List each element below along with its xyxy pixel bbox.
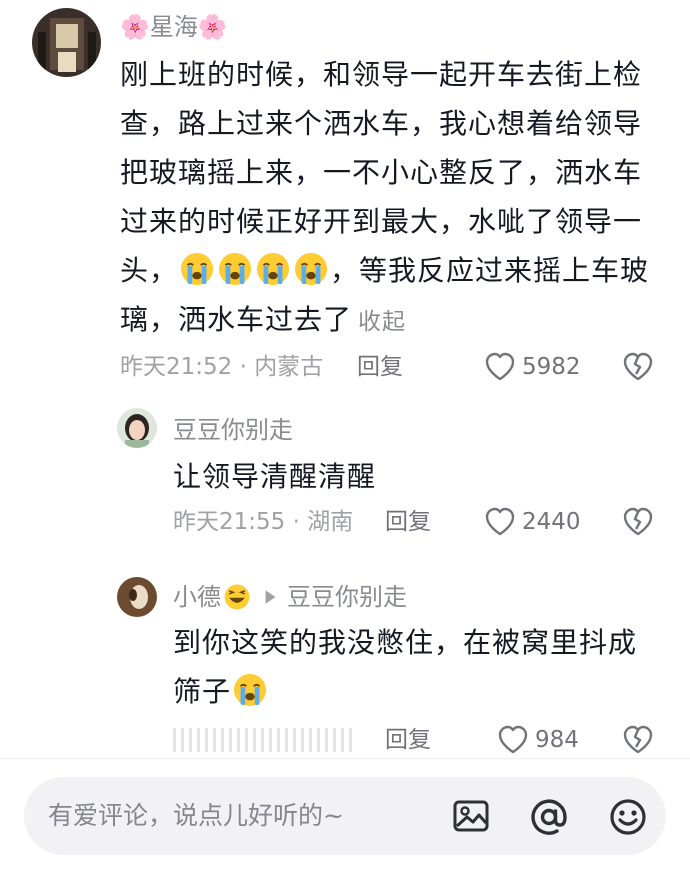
comment-fragment: 筛子 (173, 675, 232, 708)
cry-emoji-icon (233, 673, 267, 707)
reply-button[interactable]: 回复 (385, 507, 431, 537)
reply-button[interactable]: 回复 (385, 725, 431, 755)
avatar-xinghai[interactable] (32, 8, 101, 77)
reply-button[interactable]: 回复 (357, 352, 403, 382)
comment-meta-obscured (173, 728, 353, 752)
broken-heart-icon[interactable] (622, 351, 654, 383)
comment-input-placeholder: 有爱评论，说点儿好听的~ (48, 801, 344, 830)
comment-meta: 昨天21:55 · 湖南 (173, 509, 354, 535)
comment-line: 头， ，等我反应过来摇上车玻 (120, 246, 680, 295)
comment-text: 刚上班的时候，和领导一起开车去街上检 查，路上过来个洒水车，我心想着给领导 把玻… (120, 50, 680, 347)
comment-fragment: 头， (120, 254, 179, 287)
cry-emoji-icon (256, 252, 290, 286)
collapse-button[interactable]: 收起 (358, 309, 406, 335)
like-count: 2440 (522, 509, 581, 535)
avatar-xiaode[interactable] (117, 577, 157, 617)
comment-line: 筛子 (173, 667, 673, 716)
comment-username[interactable]: 小德 (173, 582, 221, 612)
play-arrow-icon (265, 590, 276, 604)
comment-username-row: 小德 豆豆你别走 (173, 582, 407, 612)
comment-line: 璃，洒水车过去了 收起 (120, 295, 680, 347)
laugh-emoji-icon (224, 584, 250, 610)
comment-text: 让领导清醒清醒 (173, 460, 377, 493)
comment-input[interactable]: 有爱评论，说点儿好听的~ (24, 777, 666, 855)
reply-to-username[interactable]: 豆豆你别走 (287, 582, 407, 612)
comment-fragment: 璃，洒水车过去了 (120, 303, 353, 336)
comment-text: 到你这笑的我没憋住，在被窝里抖成 筛子 (173, 618, 673, 716)
like-button[interactable]: 984 (497, 724, 579, 756)
comment-line: 查，路上过来个洒水车，我心想着给领导 (120, 107, 643, 140)
comment-username[interactable]: 🌸星海🌸 (120, 12, 228, 42)
heart-icon (484, 506, 516, 538)
heart-icon (497, 724, 529, 756)
like-button[interactable]: 2440 (484, 506, 581, 538)
comment-line: 过来的时候正好开到最大，水呲了领导一 (120, 205, 643, 238)
comment-line: 到你这笑的我没憋住，在被窝里抖成 (173, 626, 638, 659)
heart-icon (484, 351, 516, 383)
comment-meta: 昨天21:52 · 内蒙古 (120, 354, 324, 380)
comment-line: 刚上班的时候，和领导一起开车去街上检 (120, 58, 643, 91)
cry-emoji-icon (294, 252, 328, 286)
cry-emoji-icon (218, 252, 252, 286)
image-icon[interactable] (452, 797, 490, 835)
smiley-icon[interactable] (608, 797, 648, 837)
like-button[interactable]: 5982 (484, 351, 581, 383)
broken-heart-icon[interactable] (622, 506, 654, 538)
comment-line: 把玻璃摇上来，一不小心整反了，洒水车 (120, 156, 643, 189)
comment-input-bar: 有爱评论，说点儿好听的~ (0, 758, 690, 870)
comment-fragment: ，等我反应过来摇上车玻 (330, 254, 650, 287)
like-count: 5982 (522, 354, 581, 380)
at-icon[interactable] (529, 797, 569, 837)
like-count: 984 (535, 727, 579, 753)
broken-heart-icon[interactable] (622, 724, 654, 756)
comment-username[interactable]: 豆豆你别走 (173, 415, 293, 445)
cry-emoji-icon (180, 252, 214, 286)
avatar-doudou[interactable] (117, 408, 157, 448)
